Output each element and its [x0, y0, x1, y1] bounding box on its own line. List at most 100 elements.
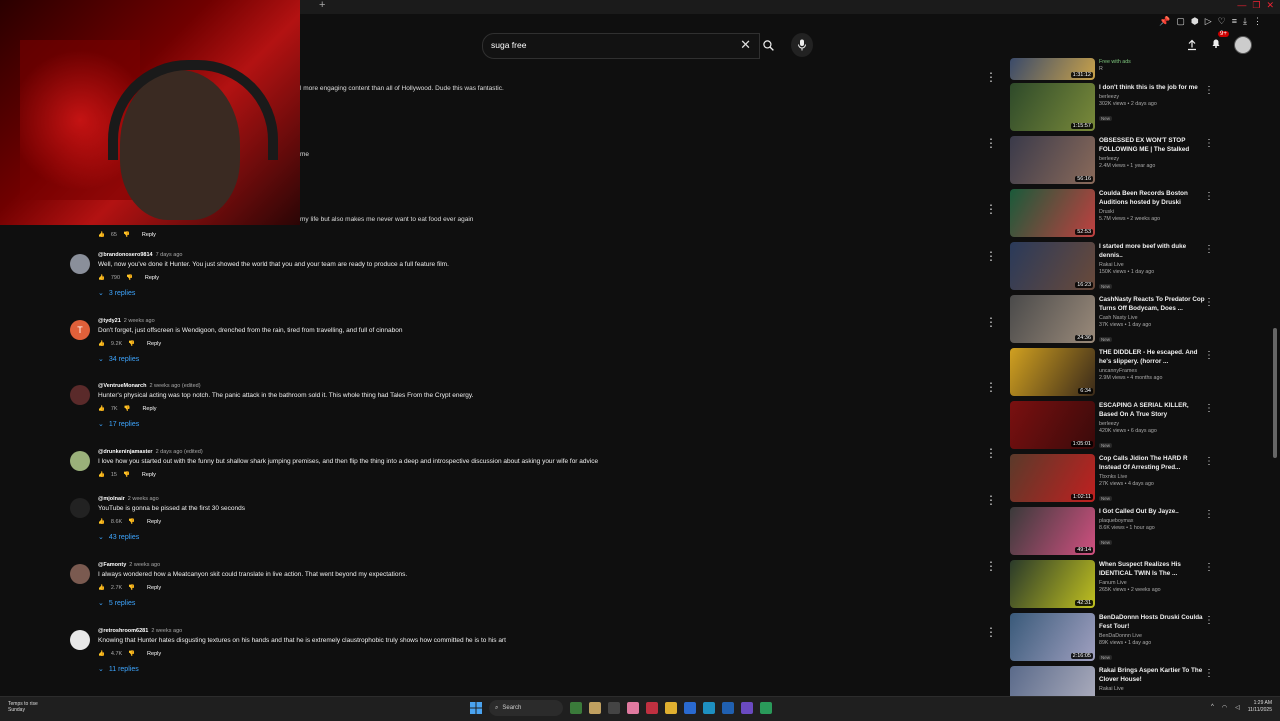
- dislike-icon[interactable]: 👎: [123, 232, 130, 238]
- video-title[interactable]: I started more beef with duke dennis..: [1099, 242, 1207, 260]
- comment-author[interactable]: @Famonty: [98, 562, 126, 568]
- video-thumbnail[interactable]: 1:05:01: [1010, 401, 1095, 449]
- reply-button[interactable]: Reply: [147, 519, 161, 525]
- video-thumbnail[interactable]: 42:31: [1010, 560, 1095, 608]
- related-video-item[interactable]: 24:36 CashNasty Reacts To Predator Cop Tu…: [1010, 295, 1216, 347]
- reply-button[interactable]: Reply: [145, 275, 159, 281]
- reply-button[interactable]: Reply: [142, 232, 156, 238]
- reply-button[interactable]: Reply: [147, 341, 161, 347]
- app-icon[interactable]: [589, 702, 601, 714]
- more-options-icon[interactable]: ⋮: [1204, 85, 1214, 96]
- video-channel[interactable]: Fanum Live: [1099, 580, 1207, 586]
- pin-icon[interactable]: 📌: [1159, 16, 1170, 27]
- more-options-icon[interactable]: ⋮: [1204, 562, 1214, 573]
- like-icon[interactable]: 👍: [98, 651, 105, 657]
- video-thumbnail[interactable]: 1:15:57: [1010, 83, 1095, 131]
- video-title[interactable]: Rakai Brings Aspen Kartier To The Clover…: [1099, 666, 1207, 684]
- more-options-icon[interactable]: ⋮: [985, 316, 997, 328]
- comment-avatar[interactable]: [70, 630, 90, 650]
- more-options-icon[interactable]: ⋮: [1204, 668, 1214, 679]
- related-video-item[interactable]: 56:16 OBSESSED EX WON'T STOP FOLLOWING ME…: [1010, 136, 1216, 188]
- comment-author[interactable]: @retroshroom6281: [98, 628, 148, 634]
- like-icon[interactable]: 👍: [98, 472, 105, 478]
- related-video-item[interactable]: 42:31 When Suspect Realizes His IDENTICAL…: [1010, 560, 1216, 612]
- more-options-icon[interactable]: ⋮: [985, 71, 997, 83]
- view-replies-button[interactable]: ⌄ 43 replies: [98, 533, 245, 542]
- more-options-icon[interactable]: ⋮: [985, 494, 997, 506]
- video-title[interactable]: OBSESSED EX WON'T STOP FOLLOWING ME | Th…: [1099, 136, 1207, 154]
- more-options-icon[interactable]: ⋮: [985, 250, 997, 262]
- app-icon[interactable]: [646, 702, 658, 714]
- play-icon[interactable]: ▷: [1205, 16, 1212, 27]
- video-thumbnail[interactable]: 1:31:12: [1010, 58, 1095, 80]
- video-channel[interactable]: berleezy: [1099, 94, 1207, 100]
- related-video-item[interactable]: 2:16:05 BenDaDonnn Hosts Druski Coulda Fe…: [1010, 613, 1216, 665]
- video-channel[interactable]: Cash Nasty Live: [1099, 315, 1207, 321]
- view-replies-button[interactable]: ⌄ 17 replies: [98, 420, 473, 429]
- comment-avatar[interactable]: [70, 498, 90, 518]
- related-video-item[interactable]: 16:23 I started more beef with duke denni…: [1010, 242, 1216, 294]
- video-channel[interactable]: BenDaDonnn Live: [1099, 633, 1207, 639]
- comment-author[interactable]: @brandonosero9814: [98, 252, 153, 258]
- comment-avatar[interactable]: [70, 254, 90, 274]
- more-options-icon[interactable]: ⋮: [1204, 615, 1214, 626]
- more-options-icon[interactable]: ⋮: [985, 381, 997, 393]
- close-icon[interactable]: ✕: [1266, 0, 1274, 11]
- search-input[interactable]: suga free ✕: [482, 33, 760, 59]
- app-icon[interactable]: [608, 702, 620, 714]
- voice-search-button[interactable]: [791, 33, 813, 57]
- reply-button[interactable]: Reply: [147, 585, 161, 591]
- video-thumbnail[interactable]: 16:23: [1010, 242, 1095, 290]
- video-thumbnail[interactable]: 56:16: [1010, 136, 1095, 184]
- video-title[interactable]: When Suspect Realizes His IDENTICAL TWIN…: [1099, 560, 1207, 578]
- view-replies-button[interactable]: ⌄ 5 replies: [98, 599, 407, 608]
- restore-icon[interactable]: ❐: [1252, 0, 1260, 11]
- related-video-item[interactable]: 1:02:11 Cop Calls Jidion The HARD R Inste…: [1010, 454, 1216, 506]
- dislike-icon[interactable]: 👎: [126, 275, 133, 281]
- like-icon[interactable]: 👍: [98, 275, 105, 281]
- video-title[interactable]: Cop Calls Jidion The HARD R Instead Of A…: [1099, 454, 1207, 472]
- account-avatar[interactable]: [1234, 36, 1252, 54]
- like-icon[interactable]: 👍: [98, 406, 105, 412]
- video-channel[interactable]: Tbxnks Live: [1099, 474, 1207, 480]
- app-icon[interactable]: [684, 702, 696, 714]
- video-channel[interactable]: uncannyFrames: [1099, 368, 1207, 374]
- more-options-icon[interactable]: ⋮: [1204, 244, 1214, 255]
- view-replies-button[interactable]: ⌄ 3 replies: [98, 289, 449, 298]
- related-video-item[interactable]: 6:34 THE DIDDLER - He escaped. And he's s…: [1010, 348, 1216, 400]
- comment-author[interactable]: @mjolnair: [98, 496, 125, 502]
- clear-search-icon[interactable]: ✕: [740, 37, 751, 53]
- scrollbar[interactable]: [1272, 58, 1278, 694]
- windows-start-icon[interactable]: [470, 702, 482, 714]
- more-options-icon[interactable]: ⋮: [1204, 456, 1214, 467]
- comment-avatar[interactable]: [70, 564, 90, 584]
- dislike-icon[interactable]: 👎: [128, 585, 135, 591]
- video-channel[interactable]: Rakai Live: [1099, 686, 1207, 692]
- more-options-icon[interactable]: ⋮: [985, 447, 997, 459]
- more-options-icon[interactable]: ⋮: [1204, 350, 1214, 361]
- heart-icon[interactable]: ♡: [1218, 16, 1226, 27]
- app-icon[interactable]: [570, 702, 582, 714]
- more-options-icon[interactable]: ⋮: [1204, 191, 1214, 202]
- search-button[interactable]: [757, 33, 779, 57]
- notifications-button[interactable]: 9+: [1210, 31, 1229, 54]
- download-icon[interactable]: ⤓: [1243, 16, 1247, 27]
- video-channel[interactable]: plaqueboymax: [1099, 518, 1207, 524]
- more-options-icon[interactable]: ⋮: [985, 560, 997, 572]
- related-video-item[interactable]: 1:15:57 I don't think this is the job for…: [1010, 83, 1216, 135]
- outlook-icon[interactable]: [722, 702, 734, 714]
- app-icon[interactable]: [760, 702, 772, 714]
- volume-icon[interactable]: ◁: [1235, 704, 1240, 711]
- clock[interactable]: 1:29 AM 11/11/2025: [1248, 700, 1272, 714]
- video-thumbnail[interactable]: 1:02:11: [1010, 454, 1095, 502]
- more-options-icon[interactable]: ⋮: [1204, 138, 1214, 149]
- related-video-item[interactable]: 1:31:12 Free with ads R: [1010, 58, 1216, 82]
- comment-author[interactable]: @tydy21: [98, 318, 121, 324]
- like-icon[interactable]: 👍: [98, 585, 105, 591]
- video-channel[interactable]: berleezy: [1099, 156, 1207, 162]
- video-title[interactable]: Coulda Been Records Boston Auditions hos…: [1099, 189, 1207, 207]
- video-title[interactable]: I don't think this is the job for me: [1099, 83, 1207, 92]
- video-channel[interactable]: berleezy: [1099, 421, 1207, 427]
- video-thumbnail[interactable]: 24:36: [1010, 295, 1095, 343]
- view-replies-button[interactable]: ⌄ 11 replies: [98, 665, 506, 674]
